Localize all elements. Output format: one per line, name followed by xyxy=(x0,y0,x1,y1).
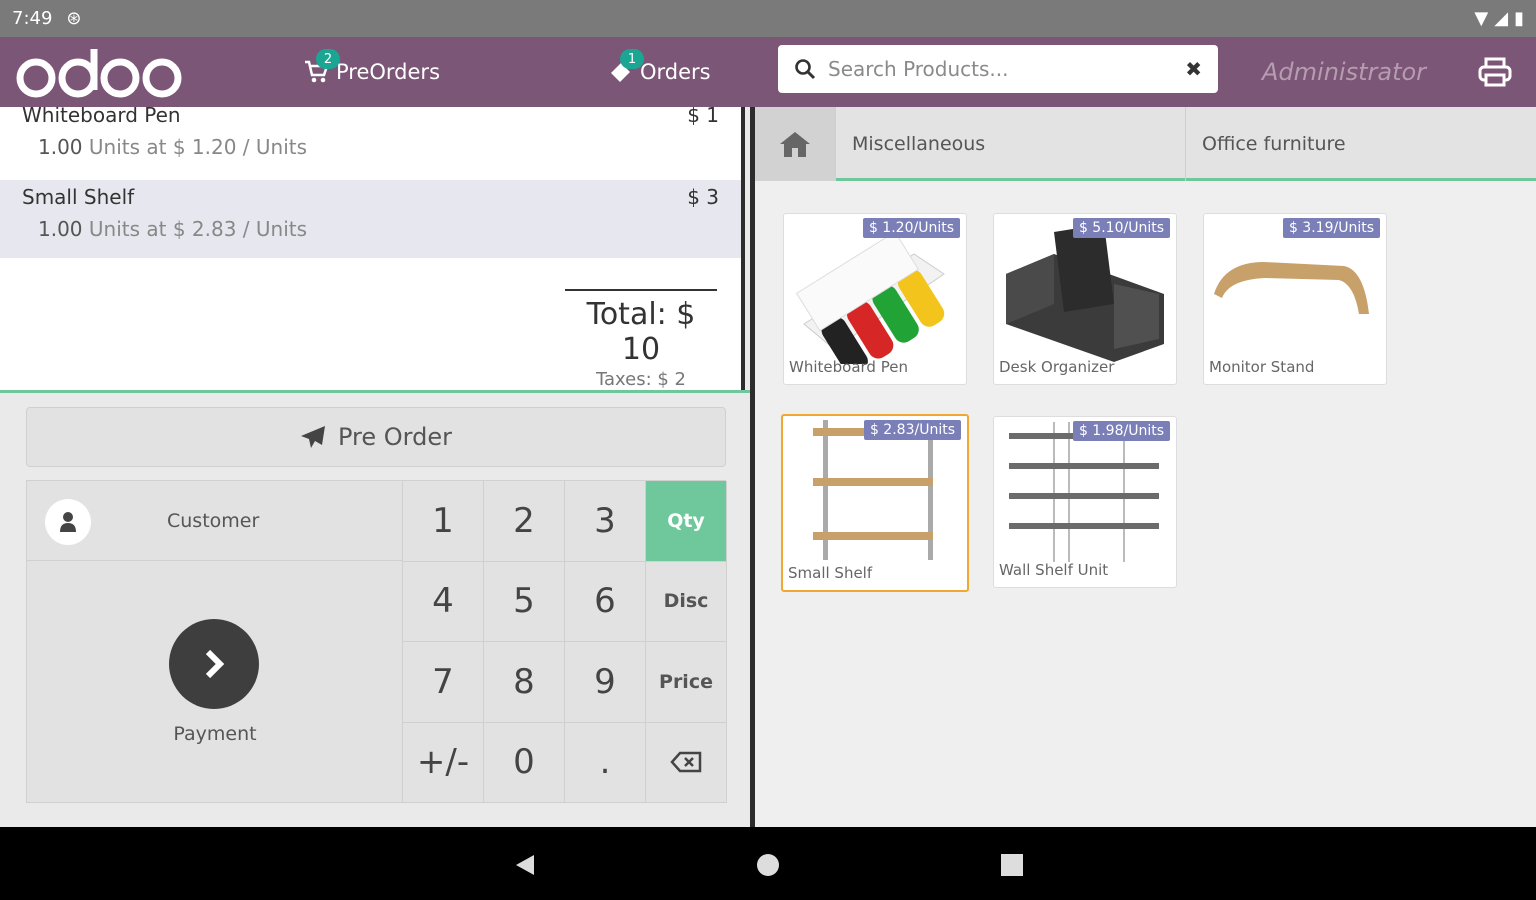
signal-icon: ◢ xyxy=(1494,8,1509,29)
order-line-qty: 1.00 xyxy=(38,217,83,241)
product-card[interactable]: $ 1.20/Units Whiteboard Pen xyxy=(783,213,967,385)
order-summary: Total: $ 10 Taxes: $ 2 xyxy=(565,289,717,390)
user-name[interactable]: Administrator xyxy=(1262,37,1426,107)
customer-label: Customer xyxy=(167,509,260,532)
product-name: Wall Shelf Unit xyxy=(999,561,1109,579)
product-price: $ 1.98/Units xyxy=(1072,421,1170,441)
home-nav-icon[interactable] xyxy=(756,853,780,877)
product-price: $ 2.83/Units xyxy=(863,420,961,440)
numpad-key-5[interactable]: 5 xyxy=(484,561,565,642)
order-line-selected[interactable]: Small Shelf $ 3 1.00 Units at $ 2.83 / U… xyxy=(0,180,741,258)
numpad-key-3[interactable]: 3 xyxy=(565,481,646,562)
orders-button[interactable]: 1 Orders xyxy=(606,37,711,107)
order-total: Total: $ 10 xyxy=(586,297,696,367)
product-card-selected[interactable]: $ 2.83/Units Small Shelf xyxy=(781,414,969,592)
order-line-price: $ 1 xyxy=(687,107,719,127)
numpad-key-7[interactable]: 7 xyxy=(403,642,484,723)
order-line-detail: 1.00 Units at $ 2.83 / Units xyxy=(38,217,307,241)
orders-label: Orders xyxy=(640,60,711,84)
numpad-key-2[interactable]: 2 xyxy=(484,481,565,562)
ticket-icon: 1 xyxy=(606,49,644,87)
order-line-name: Small Shelf xyxy=(22,185,135,209)
numpad-key-0[interactable]: 0 xyxy=(484,722,565,803)
android-nav-bar xyxy=(0,827,1536,900)
notification-icon: ⊛ xyxy=(66,8,82,29)
order-line-name: Whiteboard Pen xyxy=(22,107,181,127)
back-icon[interactable] xyxy=(512,853,536,877)
customer-button[interactable]: Customer xyxy=(27,481,403,561)
product-name: Small Shelf xyxy=(788,564,873,582)
preorders-label: PreOrders xyxy=(336,60,441,84)
clear-search-icon[interactable]: ✖ xyxy=(1185,57,1202,81)
product-name: Desk Organizer xyxy=(999,358,1115,376)
mode-price-button[interactable]: Price xyxy=(646,642,727,723)
preorders-badge: 2 xyxy=(316,49,340,69)
orders-badge: 1 xyxy=(620,49,644,69)
pre-order-label: Pre Order xyxy=(338,423,452,451)
wifi-icon: ▼ xyxy=(1474,8,1489,29)
product-price: $ 1.20/Units xyxy=(862,218,960,238)
status-bar: 7:49 ⊛ ▼ ◢ ▮ xyxy=(0,0,1536,37)
search-box: ✖ xyxy=(778,45,1218,93)
order-line-detail: 1.00 Units at $ 1.20 / Units xyxy=(38,135,307,159)
order-line[interactable]: Whiteboard Pen $ 1 1.00 Units at $ 1.20 … xyxy=(0,107,741,171)
product-price: $ 5.10/Units xyxy=(1072,218,1170,238)
product-card[interactable]: $ 1.98/Units Wall Shelf Unit xyxy=(993,416,1177,588)
backspace-button[interactable] xyxy=(646,722,727,803)
odoo-logo xyxy=(16,49,182,98)
payment-button[interactable]: Payment xyxy=(27,561,403,803)
order-taxes: Taxes: $ 2 xyxy=(595,369,686,390)
cart-icon: 2 xyxy=(302,49,340,87)
numpad-key-6[interactable]: 6 xyxy=(565,561,646,642)
product-card[interactable]: $ 5.10/Units Desk Organizer xyxy=(993,213,1177,385)
search-icon xyxy=(795,59,816,80)
printer-icon[interactable] xyxy=(1478,57,1512,87)
home-icon xyxy=(780,132,810,157)
home-category-button[interactable] xyxy=(755,107,835,181)
category-office-furniture[interactable]: Office furniture xyxy=(1185,107,1536,181)
action-pad: Customer Payment 1 2 3 Qty 4 5 6 Disc 7 … xyxy=(26,480,727,803)
status-icons: ▼ ◢ ▮ xyxy=(1474,8,1524,29)
numpad-key-sign[interactable]: +/- xyxy=(403,722,484,803)
numpad-key-1[interactable]: 1 xyxy=(403,481,484,562)
pre-order-button[interactable]: Pre Order xyxy=(26,407,726,467)
order-panel: Whiteboard Pen $ 1 1.00 Units at $ 1.20 … xyxy=(0,107,750,827)
product-panel: Miscellaneous Office furniture $ 1.20/Un… xyxy=(755,107,1536,827)
numpad-key-4[interactable]: 4 xyxy=(403,561,484,642)
numpad-key-9[interactable]: 9 xyxy=(565,642,646,723)
battery-icon: ▮ xyxy=(1514,8,1524,29)
status-time: 7:49 xyxy=(12,8,53,29)
mode-disc-button[interactable]: Disc xyxy=(646,561,727,642)
divider-line xyxy=(0,390,750,393)
app-header: 2 PreOrders 1 Orders ✖ Administrator xyxy=(0,37,1536,107)
chevron-right-icon xyxy=(169,619,259,709)
payment-label: Payment xyxy=(173,723,257,745)
product-card[interactable]: $ 3.19/Units Monitor Stand xyxy=(1203,213,1387,385)
numpad-key-dot[interactable]: . xyxy=(565,722,646,803)
send-icon xyxy=(301,426,325,448)
product-name: Whiteboard Pen xyxy=(789,358,908,376)
preorders-button[interactable]: 2 PreOrders xyxy=(302,37,440,107)
backspace-icon xyxy=(670,752,702,773)
category-miscellaneous[interactable]: Miscellaneous xyxy=(835,107,1185,181)
recents-icon[interactable] xyxy=(1000,853,1024,877)
category-bar: Miscellaneous Office furniture xyxy=(755,107,1536,181)
user-icon xyxy=(45,499,91,545)
numpad-key-8[interactable]: 8 xyxy=(484,642,565,723)
order-line-unit: Units at $ 1.20 / Units xyxy=(88,135,308,159)
order-line-price: $ 3 xyxy=(687,185,719,209)
order-lines: Whiteboard Pen $ 1 1.00 Units at $ 1.20 … xyxy=(0,107,745,392)
mode-qty-button[interactable]: Qty xyxy=(646,481,727,562)
order-line-qty: 1.00 xyxy=(38,135,83,159)
product-name: Monitor Stand xyxy=(1209,358,1315,376)
search-input[interactable] xyxy=(828,57,1186,81)
order-line-unit: Units at $ 2.83 / Units xyxy=(88,217,308,241)
numpad: 1 2 3 Qty 4 5 6 Disc 7 8 9 Price +/- 0 . xyxy=(403,481,727,803)
product-price: $ 3.19/Units xyxy=(1282,218,1380,238)
